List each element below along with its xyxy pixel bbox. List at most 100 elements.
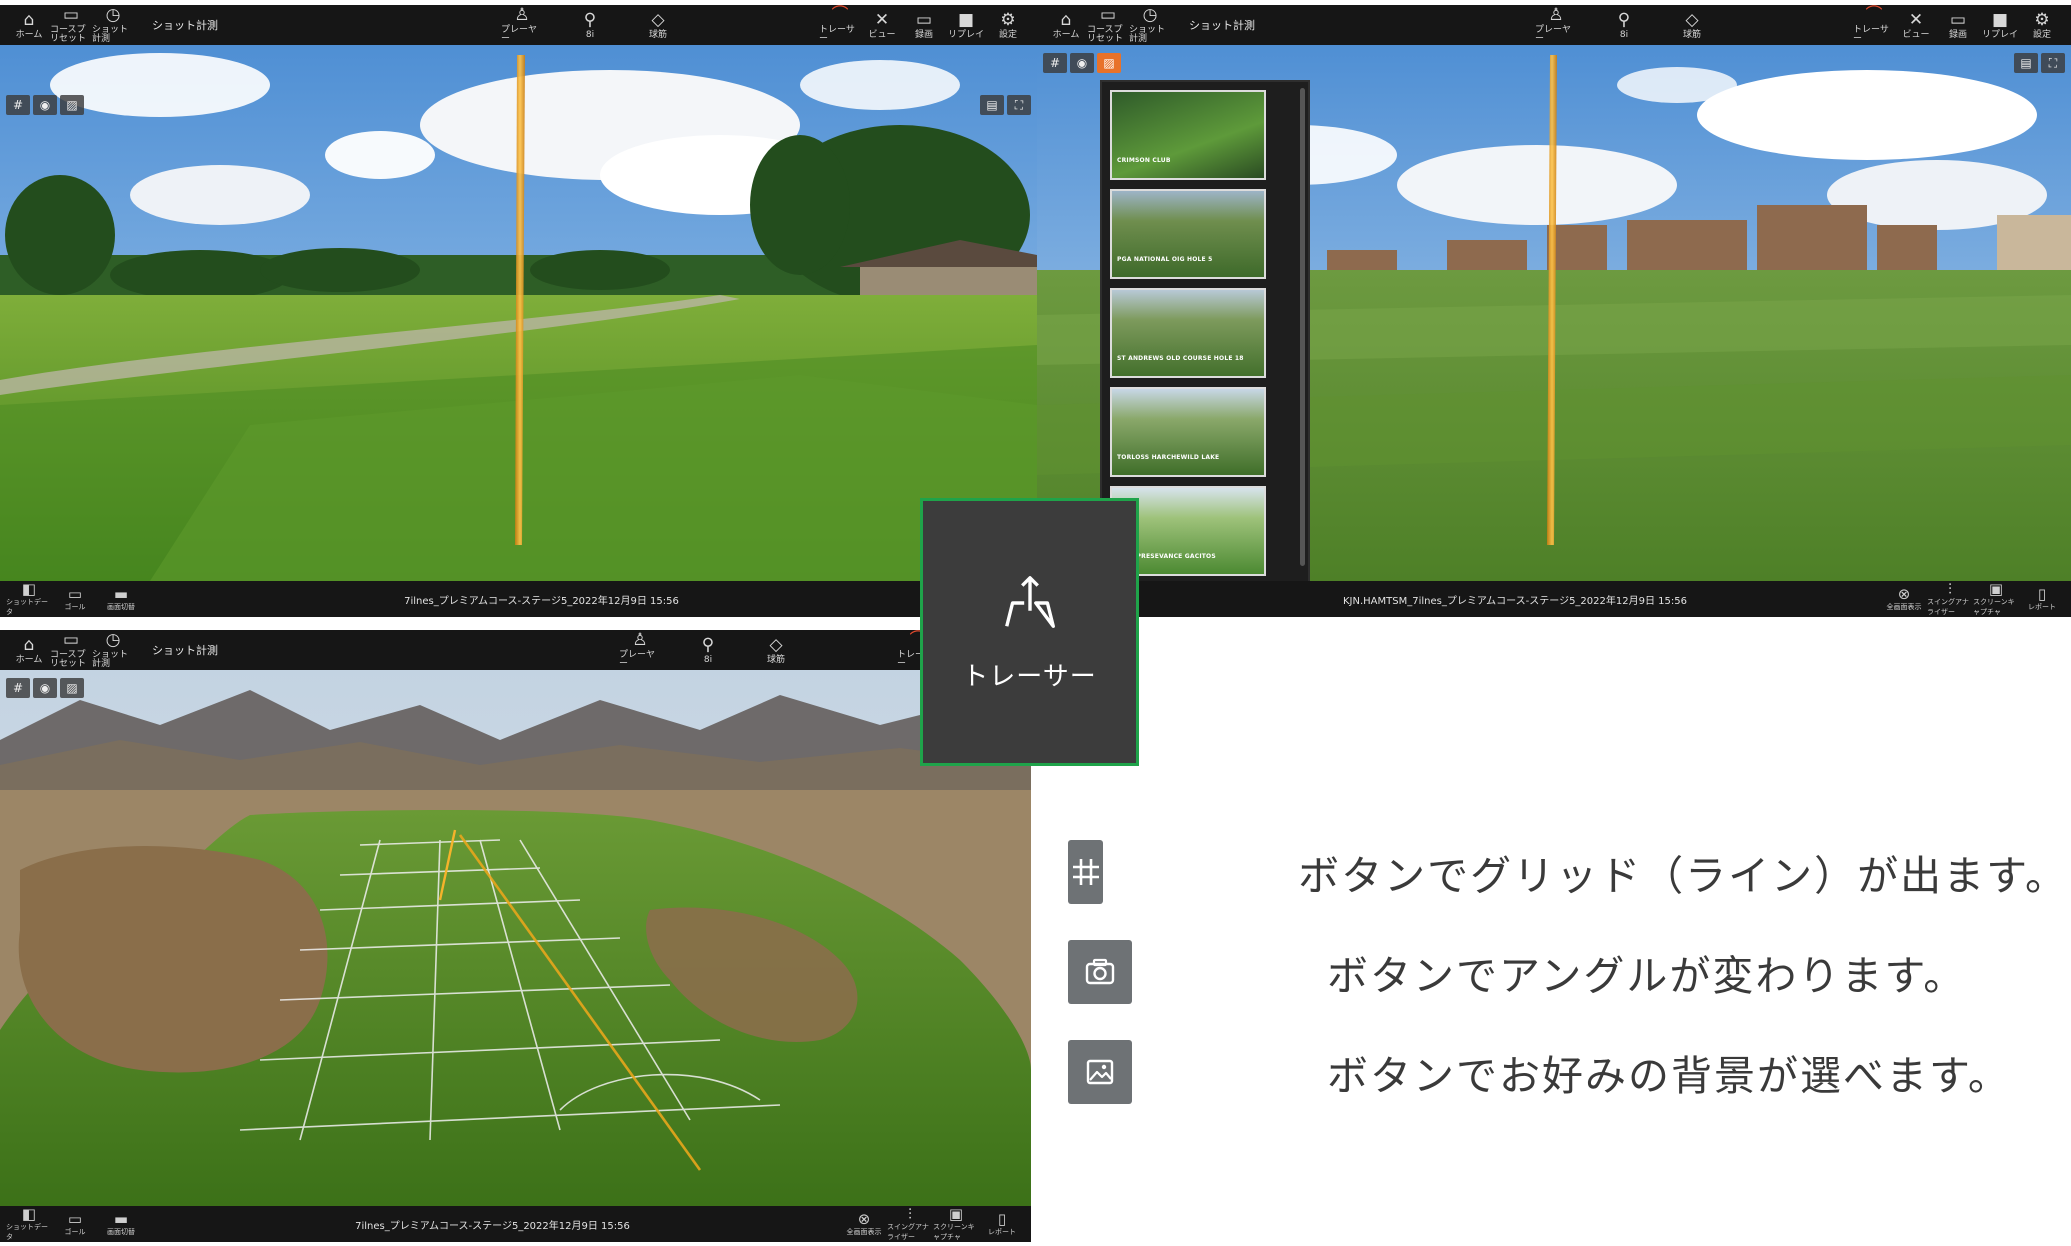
tracer-icon xyxy=(1004,575,1055,628)
image-icon: ▨ xyxy=(1103,56,1115,70)
screen-capture-button[interactable]: ▣ スクリーンキャプチャ xyxy=(933,1206,979,1242)
fullscreen-display-button[interactable]: ⊗全画面表示 xyxy=(841,1211,887,1237)
view-tool-group: ▤ ⛶ xyxy=(2014,53,2065,73)
gear-icon: ⚙ xyxy=(2034,9,2050,30)
course-thumbnail[interactable]: ST ANDREWS OLD COURSE HOLE 18 xyxy=(1110,288,1266,378)
report-icon: ▯ xyxy=(2037,585,2047,603)
ball-path-button[interactable]: ◇ 球筋 xyxy=(1671,5,1713,45)
ball-path-button[interactable]: ◇ 球筋 xyxy=(755,630,797,670)
home-button[interactable]: ⌂ ホーム xyxy=(1045,5,1087,45)
view-button[interactable]: ✕ビュー xyxy=(1895,5,1937,45)
top-toolbar: ⌂ ホーム ▭ コースプリセット ◷ ショット計測 ショット計測 ♙ プレーヤー ⚲ 8i… xyxy=(0,630,1031,670)
shot-data-button[interactable]: ◧ ショットデータ xyxy=(6,581,52,617)
report-button[interactable]: ▯ レポート xyxy=(979,1211,1025,1237)
course-preset-button[interactable]: ▭ コースプリセット xyxy=(1087,5,1129,45)
record-button[interactable]: ▭録画 xyxy=(1937,5,1979,45)
tag-icon: ◇ xyxy=(1685,9,1699,30)
status-bar: KJN.HAMTSM_7ilnes_プレミアムコース-ステージ5_2022年12… xyxy=(1037,581,2071,617)
shot-measure-button[interactable]: ◷ ショット計測 xyxy=(1129,5,1171,45)
crosshair-icon: ✕ xyxy=(1908,9,1924,30)
camera-button-sample xyxy=(1068,940,1132,1004)
background-button[interactable]: ▨ xyxy=(60,678,84,698)
view-button[interactable]: ✕ビュー xyxy=(861,5,903,45)
status-bar: ◧ ショットデータ ▭ ゴール ▬ 画面切替 7ilnes_プレミアムコース-ステージ… xyxy=(0,581,1037,617)
range-scene-image xyxy=(0,45,1037,581)
grid-button[interactable]: # xyxy=(6,678,30,698)
goal-button[interactable]: ▭ ゴール xyxy=(52,586,98,612)
grid-icon: # xyxy=(12,98,24,112)
home-icon: ⌂ xyxy=(1060,9,1072,30)
course-preset-button[interactable]: ▭ コースプリセット xyxy=(50,5,92,45)
fullscreen-icon: ⛶ xyxy=(2048,56,2058,70)
settings-button[interactable]: ⚙ 設定 xyxy=(987,5,1029,45)
fullscreen-display-button[interactable]: ⊗全画面表示 xyxy=(1881,586,1927,612)
shot-measure-button[interactable]: ◷ ショット計測 xyxy=(92,630,134,670)
background-button[interactable]: ▨ xyxy=(1097,53,1121,73)
fullscreen-button[interactable]: ⛶ xyxy=(1007,95,1031,115)
target-icon: ⊗ xyxy=(1897,585,1911,603)
tracer-toggle-button[interactable]: ⌒ トレーサー xyxy=(1853,5,1895,45)
player-button[interactable]: ♙ プレーヤー xyxy=(619,630,661,670)
player-icon: ♙ xyxy=(1548,5,1564,25)
grid-button[interactable]: # xyxy=(1043,53,1067,73)
home-icon: ⌂ xyxy=(23,634,35,655)
home-button[interactable]: ⌂ ホーム xyxy=(8,630,50,670)
swing-analyzer-button[interactable]: ⫶スイングアナライザー xyxy=(887,1206,933,1242)
fullscreen-button[interactable]: ⛶ xyxy=(2041,53,2065,73)
aerial-scene-image xyxy=(0,670,1031,1206)
camera-angle-button[interactable]: ◉ xyxy=(1070,53,1094,73)
course-list-scrollbar[interactable] xyxy=(1300,88,1305,566)
camera-angle-button[interactable]: ◉ xyxy=(33,95,57,115)
camera-icon xyxy=(1085,958,1115,985)
record-button[interactable]: ▭録画 xyxy=(903,5,945,45)
tag-icon: ◇ xyxy=(651,9,665,30)
split-view-button[interactable]: ▤ xyxy=(2014,53,2038,73)
timer-icon: ◷ xyxy=(105,5,121,25)
club-button[interactable]: ⚲ 8i xyxy=(1603,5,1645,45)
grid-button[interactable]: # xyxy=(6,95,30,115)
camera-angle-button[interactable]: ◉ xyxy=(33,678,57,698)
course-thumbnail[interactable]: PGA NATIONAL OIG HOLE 5 xyxy=(1110,189,1266,279)
background-button[interactable]: ▨ xyxy=(60,95,84,115)
mode-title: ショット計測 xyxy=(152,644,218,657)
split-icon: ▤ xyxy=(2020,56,2032,70)
course-thumbnail[interactable]: TORLOSS HARCHEWILD LAKE xyxy=(1110,387,1266,477)
screen-switch-button[interactable]: ▬ 画面切替 xyxy=(98,1211,144,1237)
goal-button[interactable]: ▭ ゴール xyxy=(52,1211,98,1237)
split-view-button[interactable]: ▤ xyxy=(980,95,1004,115)
page: ⌂ ホーム ▭ コースプリセット ◷ ショット計測 ショット計測 ♙ プレーヤー ⚲ 8i… xyxy=(0,0,2071,1246)
view-tool-group: ▤ ⛶ xyxy=(980,95,1031,115)
tracer-toggle-button[interactable]: ⌒ トレーサー xyxy=(819,5,861,45)
timer-icon: ◷ xyxy=(105,630,121,650)
video-icon: ▭ xyxy=(915,9,933,30)
club-button[interactable]: ⚲ 8i xyxy=(687,630,729,670)
screen-capture-button[interactable]: ▣ スクリーンキャプチャ xyxy=(1973,581,2019,617)
course-thumbnail[interactable]: CRIMSON CLUB xyxy=(1110,90,1266,180)
replay-button[interactable]: ■ リプレイ xyxy=(945,5,987,45)
scene-tool-group: # ◉ ▨ xyxy=(6,95,84,115)
tracer-callout: トレーサー xyxy=(920,498,1139,766)
folder-icon: ▬ xyxy=(113,585,129,603)
replay-button[interactable]: ■ リプレイ xyxy=(1979,5,2021,45)
club-button[interactable]: ⚲ 8i xyxy=(569,5,611,45)
player-button[interactable]: ♙ プレーヤー xyxy=(501,5,543,45)
course-preset-button[interactable]: ▭ コースプリセット xyxy=(50,630,92,670)
monitor-icon: ▭ xyxy=(67,1210,83,1228)
image-icon: ▨ xyxy=(66,98,78,112)
home-icon: ⌂ xyxy=(23,9,35,30)
square-icon: ■ xyxy=(1991,9,2009,30)
shot-data-button[interactable]: ◧ ショットデータ xyxy=(6,1206,52,1242)
grid-icon: # xyxy=(12,681,24,695)
shot-measure-button[interactable]: ◷ ショット計測 xyxy=(92,5,134,45)
home-button[interactable]: ⌂ ホーム xyxy=(8,5,50,45)
image-icon: ▨ xyxy=(66,681,78,695)
swing-analyzer-button[interactable]: ⫶スイングアナライザー xyxy=(1927,581,1973,617)
settings-button[interactable]: ⚙ 設定 xyxy=(2021,5,2063,45)
club-icon: ⚲ xyxy=(583,9,597,30)
report-button[interactable]: ▯ レポート xyxy=(2019,586,2065,612)
tracer-icon: ⌒ xyxy=(831,5,849,25)
mode-title: ショット計測 xyxy=(1189,19,1255,32)
ball-path-button[interactable]: ◇ 球筋 xyxy=(637,5,679,45)
screen-switch-button[interactable]: ▬ 画面切替 xyxy=(98,586,144,612)
player-button[interactable]: ♙ プレーヤー xyxy=(1535,5,1577,45)
